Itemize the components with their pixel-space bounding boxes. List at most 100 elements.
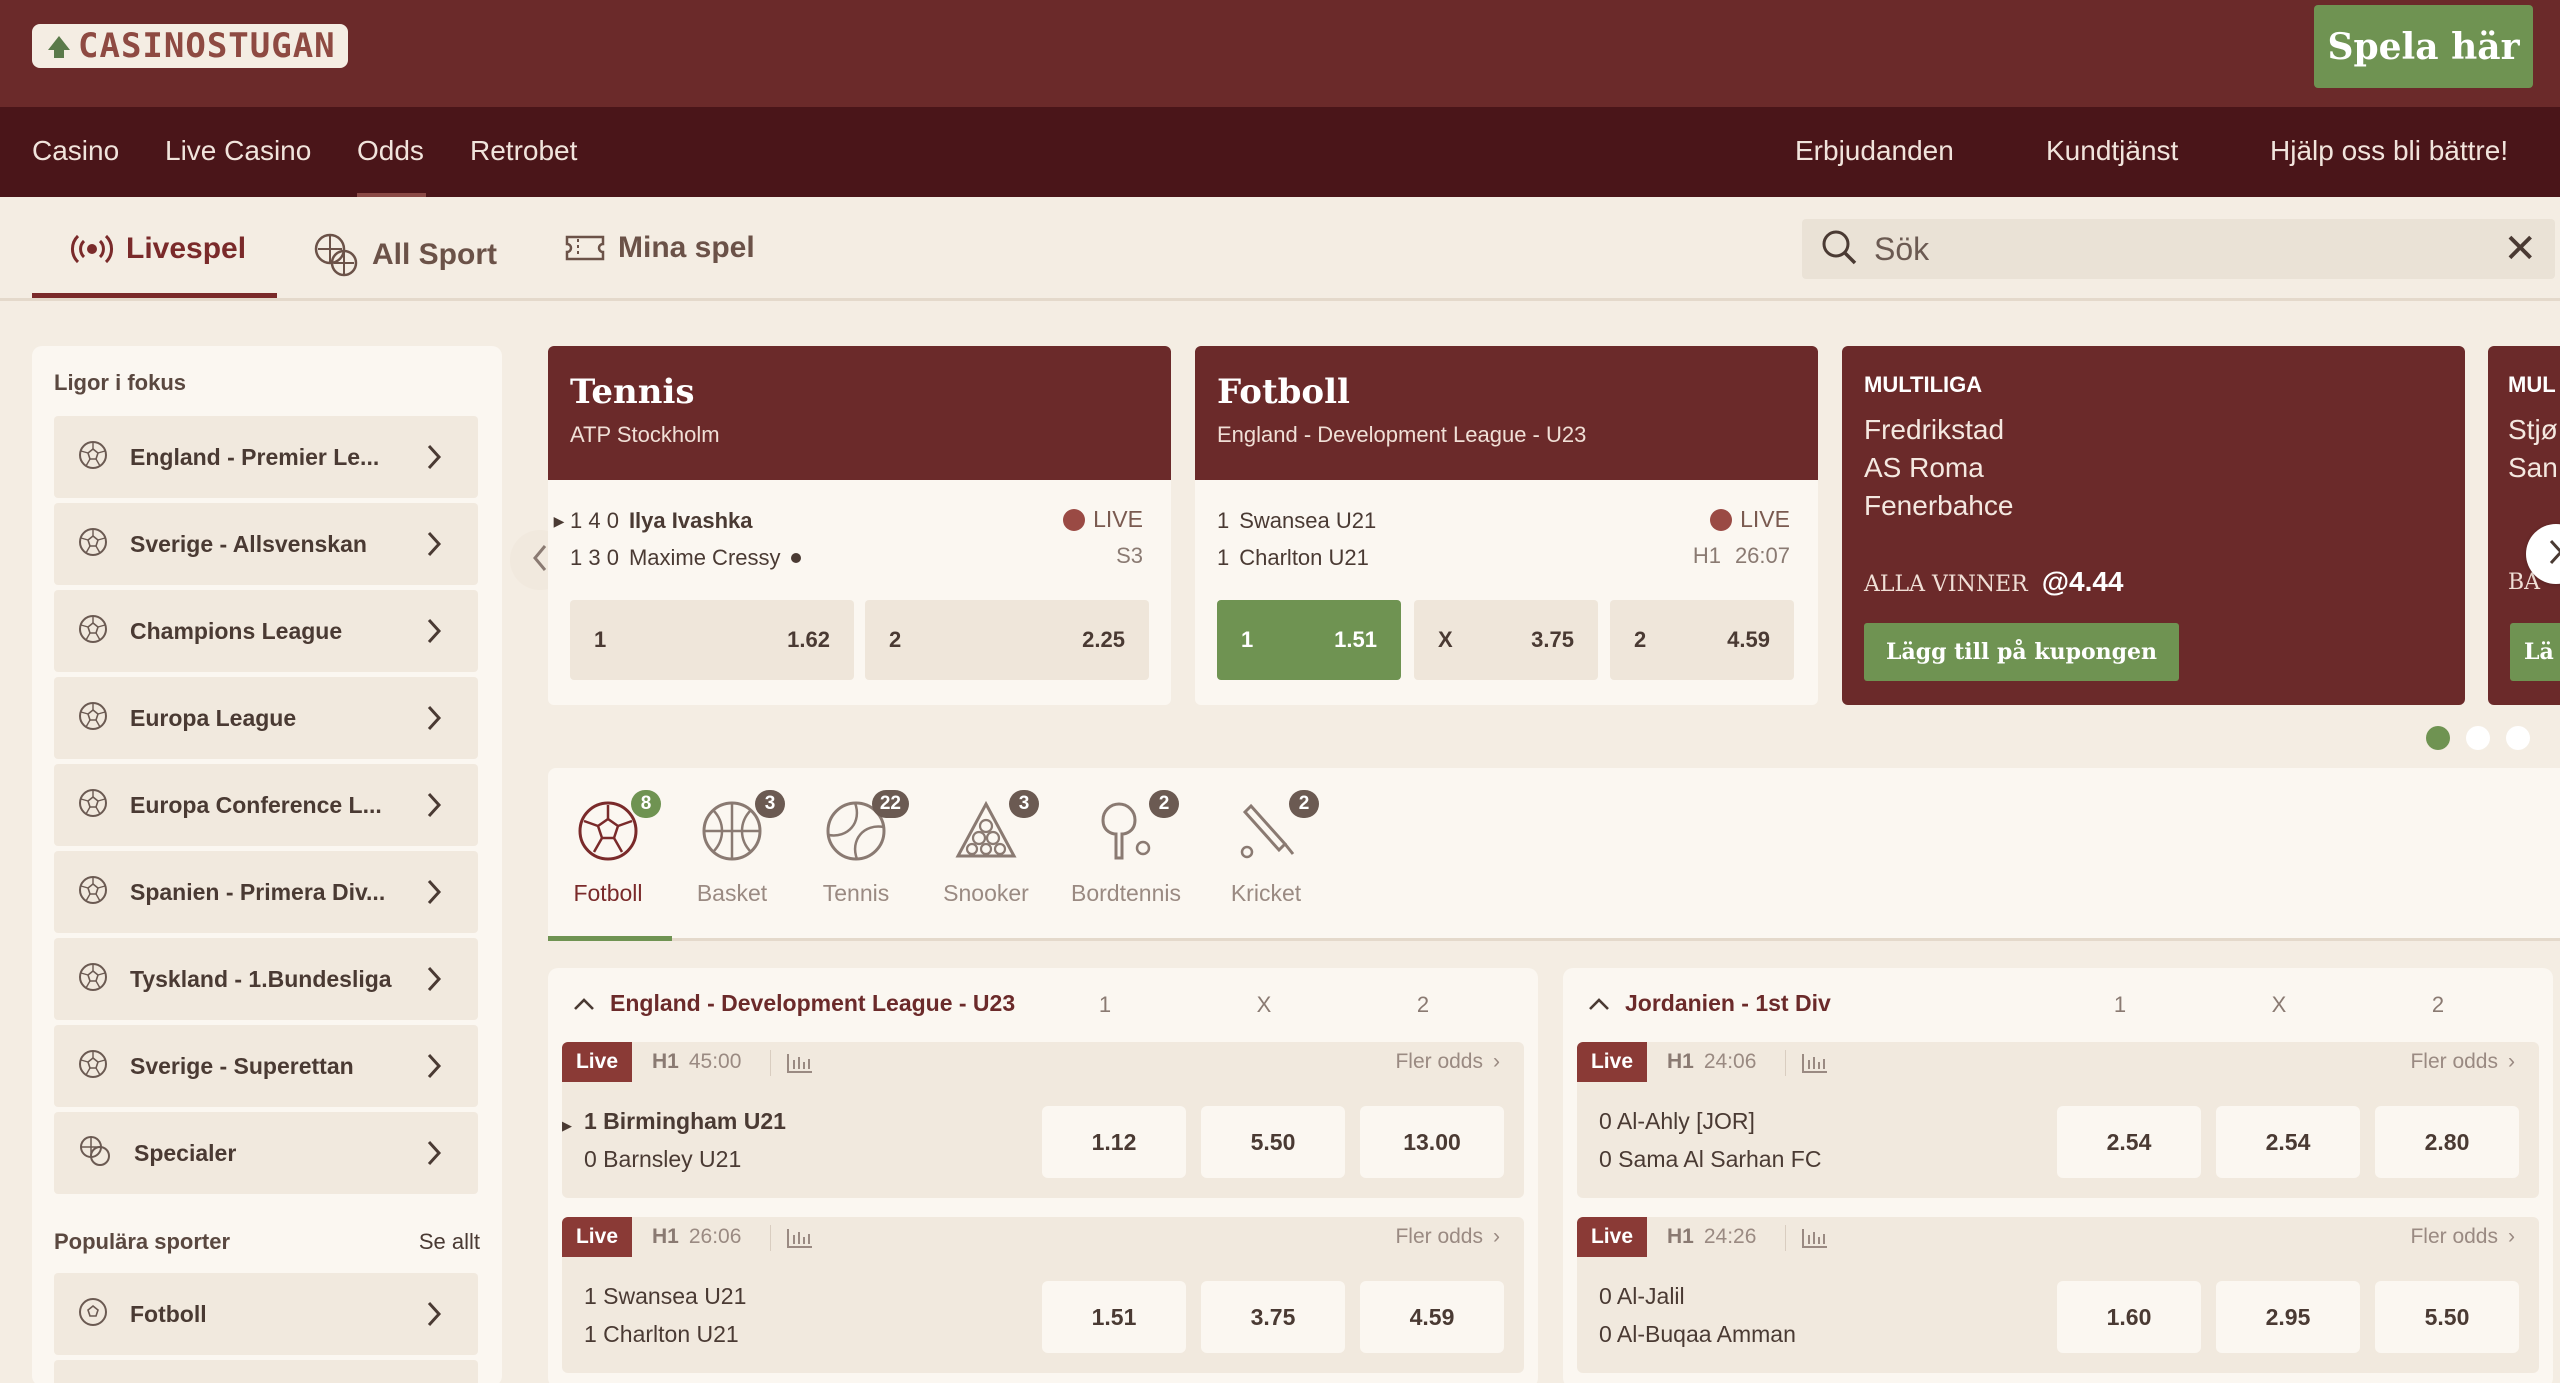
odds-button-home[interactable]: 1.51: [1042, 1281, 1186, 1353]
odds-value: 2.25: [1082, 627, 1125, 652]
odds-button-home[interactable]: 1.60: [2057, 1281, 2201, 1353]
sport-tab-bordtennis[interactable]: 2 Bordtennis: [1066, 790, 1186, 907]
away-team: 0 Sama Al Sarhan FC: [1599, 1146, 1822, 1172]
logo-text: CASINOSTUGAN: [78, 26, 336, 66]
close-icon[interactable]: ✕: [2503, 229, 2537, 269]
odds-button-draw[interactable]: 2.95: [2216, 1281, 2360, 1353]
away-team: 0 Barnsley U21: [584, 1146, 742, 1172]
tab-all-sport[interactable]: All Sport: [312, 231, 497, 279]
sport-tab-kricket[interactable]: 2 Kricket: [1206, 790, 1326, 907]
nav-retrobet[interactable]: Retrobet: [470, 135, 577, 167]
casinostugan-logo[interactable]: CASINOSTUGAN: [32, 24, 348, 68]
odds-button-away[interactable]: 5.50: [2375, 1281, 2519, 1353]
odds-button-draw[interactable]: 2.54: [2216, 1106, 2360, 1178]
statistics-icon[interactable]: [786, 1052, 814, 1079]
statistics-icon[interactable]: [1801, 1052, 1829, 1079]
featured-card-multiliga[interactable]: MULTILIGA Fredrikstad AS Roma Fenerbahce…: [1842, 346, 2465, 705]
sidebar-league-item[interactable]: Europa League: [54, 677, 478, 759]
sport-tab-snooker[interactable]: 3 Snooker: [926, 790, 1046, 907]
sidebar-league-item[interactable]: England - Premier Le...: [54, 416, 478, 498]
odds-button[interactable]: 2 2.25: [865, 600, 1149, 680]
odds-value: 1.62: [787, 627, 830, 652]
more-odds-link[interactable]: Fler odds ›: [1395, 1225, 1500, 1249]
player-score: 1 4 0: [570, 508, 619, 533]
odds-button-selected[interactable]: 1 1.51: [1217, 600, 1401, 680]
nav-feedback[interactable]: Hjälp oss bli bättre!: [2270, 135, 2508, 167]
odds-button-away[interactable]: 2.80: [2375, 1106, 2519, 1178]
statistics-icon[interactable]: [786, 1227, 814, 1254]
nav-casino[interactable]: Casino: [32, 135, 119, 167]
match-row[interactable]: Live H1 24:06 Fler odds › 0 Al-Ahly [JOR] 0 Sa…: [1577, 1042, 2539, 1198]
more-odds-label: Fler odds: [2410, 1050, 2498, 1073]
carousel-dot[interactable]: [2466, 726, 2490, 750]
football-icon: [78, 875, 108, 910]
sidebar-league-item[interactable]: Spanien - Primera Div...: [54, 851, 478, 933]
match-row[interactable]: Live H1 45:00 Fler odds › ▶ 1 Birmingham U21 0 …: [562, 1042, 1524, 1198]
sport-tab-basket[interactable]: 3 Basket: [672, 790, 792, 907]
football-icon: [78, 701, 108, 736]
add-to-coupon-button[interactable]: Lägg till på kupongen: [1864, 623, 2180, 681]
chevron-right-icon: [414, 617, 454, 645]
odds-button[interactable]: 1 1.62: [570, 600, 854, 680]
odds-column-header: X: [2271, 992, 2287, 1017]
sport-tab-tennis[interactable]: 22 Tennis: [796, 790, 916, 907]
chevron-right-icon: ›: [2508, 1050, 2515, 1073]
carousel-dot[interactable]: [2506, 726, 2530, 750]
add-to-coupon-button[interactable]: Lä: [2510, 623, 2560, 681]
odds-button[interactable]: 2 4.59: [1610, 600, 1794, 680]
odds-button-draw[interactable]: 3.75: [1201, 1281, 1345, 1353]
match-row[interactable]: Live H1 24:26 Fler odds › 0 Al-Jalil 0 Al-Buqa…: [1577, 1217, 2539, 1373]
multi-odds: @4.44: [2041, 566, 2124, 597]
nav-erbjudanden[interactable]: Erbjudanden: [1795, 135, 1954, 167]
nav-odds[interactable]: Odds: [357, 135, 424, 167]
carousel-dot[interactable]: [2426, 726, 2450, 750]
spela-har-button[interactable]: Spela här: [2314, 5, 2533, 88]
more-odds-link[interactable]: Fler odds ›: [2410, 1050, 2515, 1074]
more-odds-link[interactable]: Fler odds ›: [1395, 1050, 1500, 1074]
odds-button-away[interactable]: 13.00: [1360, 1106, 1504, 1178]
tab-livespel[interactable]: Livespel: [70, 231, 246, 267]
sidebar-league-item[interactable]: Europa Conference L...: [54, 764, 478, 846]
sidebar-league-item[interactable]: Specialer: [54, 1112, 478, 1194]
sidebar-item-next[interactable]: [54, 1360, 478, 1383]
football-icon: [78, 1297, 108, 1332]
multi-title: MULTILIGA: [1864, 372, 1983, 397]
league-header[interactable]: England - Development League - U23: [572, 990, 1015, 1017]
sport-count-badge: 22: [871, 790, 909, 818]
multi-team: Stjø: [2508, 414, 2558, 445]
odds-button-away[interactable]: 4.59: [1360, 1281, 1504, 1353]
live-status: LIVE: [1063, 506, 1143, 533]
odds-button[interactable]: X 3.75: [1414, 600, 1598, 680]
odds-button-draw[interactable]: 5.50: [1201, 1106, 1345, 1178]
match-clock: 24:06: [1703, 1050, 1757, 1073]
sidebar-item-fotboll[interactable]: Fotboll: [54, 1273, 478, 1355]
sidebar-league-item[interactable]: Tyskland - 1.Bundesliga: [54, 938, 478, 1020]
odds-column-header: 2: [2431, 992, 2445, 1017]
featured-card-fotboll[interactable]: Fotboll England - Development League - U…: [1195, 346, 1818, 705]
nav-live-casino[interactable]: Live Casino: [165, 135, 311, 167]
chevron-right-icon: [414, 704, 454, 732]
search-input[interactable]: [1874, 230, 2504, 268]
tab-mina-spel[interactable]: Mina spel: [564, 231, 755, 265]
odds-button-home[interactable]: 2.54: [2057, 1106, 2201, 1178]
match-period: H1: [1667, 1050, 1694, 1073]
sport-tab-fotboll[interactable]: 8 Fotboll: [548, 790, 668, 907]
card-league: ATP Stockholm: [570, 422, 720, 447]
table-tennis-icon: 2: [1091, 790, 1179, 866]
featured-card-tennis[interactable]: Tennis ATP Stockholm ▶ 1 4 0 Ilya Ivashk…: [548, 346, 1171, 705]
nav-kundtjanst[interactable]: Kundtjänst: [2046, 135, 2178, 167]
match-row[interactable]: Live H1 26:06 Fler odds › 1 Swansea U21 1 Char…: [562, 1217, 1524, 1373]
more-odds-link[interactable]: Fler odds ›: [2410, 1225, 2515, 1249]
team-name: Swansea U21: [1239, 508, 1377, 533]
tab-mina-spel-label: Mina spel: [618, 231, 755, 264]
sidebar-league-item[interactable]: Sverige - Allsvenskan: [54, 503, 478, 585]
statistics-icon[interactable]: [1801, 1227, 1829, 1254]
odds-button-home[interactable]: 1.12: [1042, 1106, 1186, 1178]
sidebar-league-item[interactable]: Sverige - Superettan: [54, 1025, 478, 1107]
tab-all-sport-label: All Sport: [372, 238, 497, 271]
live-badge: Live: [562, 1217, 632, 1257]
sidebar-league-item[interactable]: Champions League: [54, 590, 478, 672]
league-header[interactable]: Jordanien - 1st Div: [1587, 990, 1831, 1017]
sidebar-item-label: England - Premier Le...: [130, 443, 380, 470]
see-all-link[interactable]: Se allt: [419, 1229, 480, 1255]
